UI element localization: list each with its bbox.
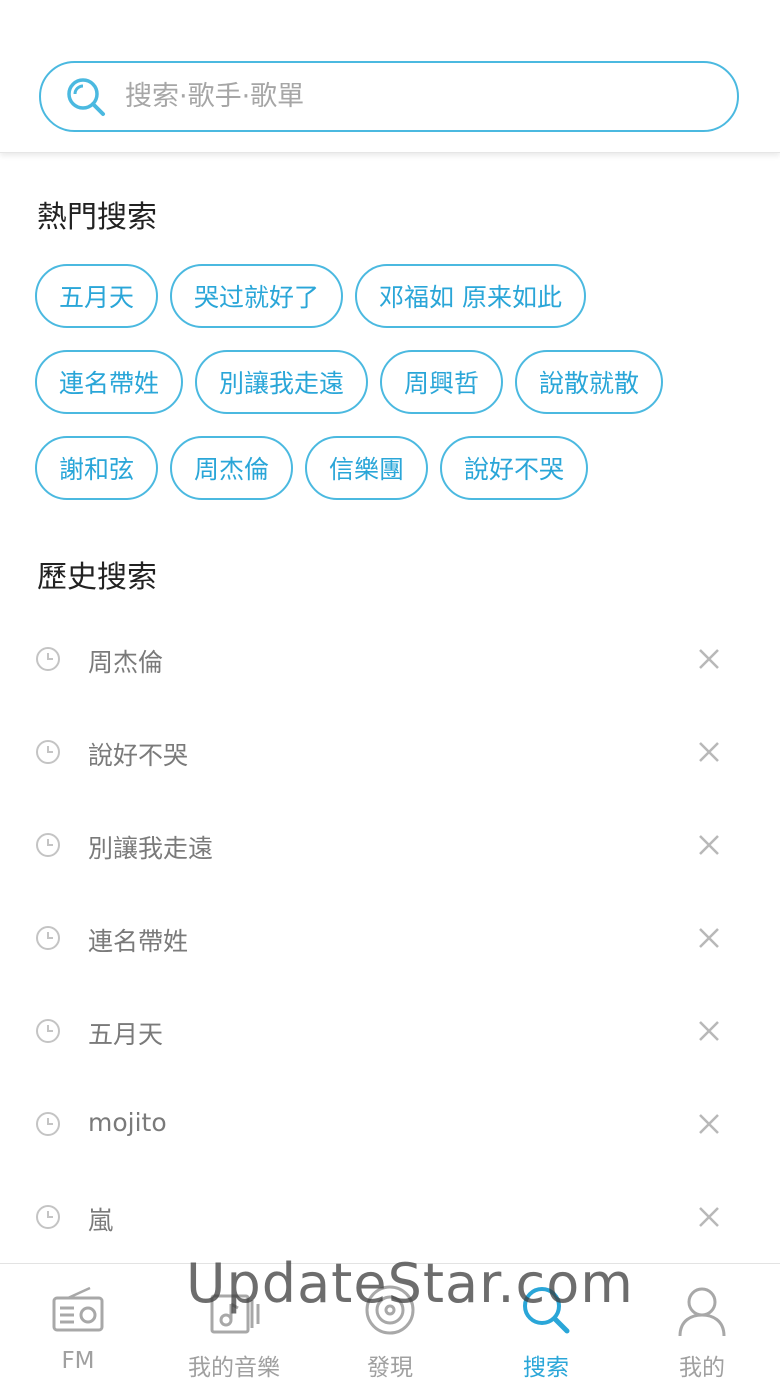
history-item-label: 說好不哭 <box>88 741 189 770</box>
user-icon <box>674 1282 730 1338</box>
hot-tag[interactable]: 謝和弦 <box>35 436 159 500</box>
history-item-label: 五月天 <box>88 1020 164 1049</box>
search-icon <box>63 74 109 120</box>
close-icon[interactable] <box>697 740 721 764</box>
close-icon[interactable] <box>697 1112 721 1136</box>
close-icon[interactable] <box>697 1205 721 1229</box>
clock-icon <box>36 926 60 950</box>
history-item[interactable]: 連名帶姓 <box>0 892 780 985</box>
tag-row: 連名帶姓 別讓我走遠 周興哲 說散就散 <box>35 350 735 414</box>
nav-label: 發現 <box>367 1355 413 1381</box>
hot-tag[interactable]: 周杰倫 <box>170 436 294 500</box>
radio-icon <box>50 1282 106 1338</box>
nav-label: 我的 <box>679 1355 725 1381</box>
tag-row: 五月天 哭过就好了 邓福如 原来如此 <box>35 264 735 328</box>
history-search-title: 歷史搜索 <box>37 560 157 595</box>
tag-row: 謝和弦 周杰倫 信樂團 說好不哭 <box>35 436 735 500</box>
hot-tag[interactable]: 信樂團 <box>305 436 429 500</box>
history-item[interactable]: 周杰倫 <box>0 613 780 706</box>
close-icon[interactable] <box>697 1019 721 1043</box>
history-item[interactable]: 別讓我走遠 <box>0 799 780 892</box>
search-icon <box>518 1282 574 1338</box>
hot-search-tags: 五月天 哭过就好了 邓福如 原来如此 連名帶姓 別讓我走遠 周興哲 說散就散 謝… <box>35 264 735 522</box>
hot-tag[interactable]: 連名帶姓 <box>35 350 184 414</box>
hot-search-title: 熱門搜索 <box>37 200 157 235</box>
clock-icon <box>36 833 60 857</box>
history-list: 周杰倫 說好不哭 別讓我走遠 連名帶姓 五月天 mojito 嵐 <box>0 613 780 1264</box>
hot-tag[interactable]: 說散就散 <box>515 350 664 414</box>
history-item-label: 別讓我走遠 <box>88 834 214 863</box>
nav-profile[interactable]: 我的 <box>624 1264 780 1387</box>
search-input[interactable] <box>123 80 687 113</box>
disc-icon <box>362 1282 418 1338</box>
history-item[interactable]: mojito <box>0 1078 780 1171</box>
search-box[interactable] <box>39 61 739 132</box>
nav-search[interactable]: 搜索 <box>468 1264 624 1387</box>
history-item[interactable]: 說好不哭 <box>0 706 780 799</box>
nav-my-music[interactable]: 我的音樂 <box>156 1264 312 1387</box>
history-item[interactable]: 五月天 <box>0 985 780 1078</box>
history-item-label: mojito <box>88 1108 167 1137</box>
clock-icon <box>36 1112 60 1136</box>
hot-tag[interactable]: 別讓我走遠 <box>195 350 369 414</box>
close-icon[interactable] <box>697 926 721 950</box>
nav-label: 搜索 <box>523 1355 569 1381</box>
bottom-nav: FM 我的音樂 發現 搜索 我的 <box>0 1263 780 1387</box>
nav-discover[interactable]: 發現 <box>312 1264 468 1387</box>
clock-icon <box>36 647 60 671</box>
search-header <box>0 0 780 153</box>
hot-tag[interactable]: 邓福如 原来如此 <box>355 264 586 328</box>
history-item-label: 周杰倫 <box>88 648 164 677</box>
history-item-label: 連名帶姓 <box>88 927 189 956</box>
hot-tag[interactable]: 說好不哭 <box>440 436 589 500</box>
close-icon[interactable] <box>697 647 721 671</box>
history-item-label: 嵐 <box>88 1206 114 1235</box>
hot-tag[interactable]: 五月天 <box>35 264 159 328</box>
history-item[interactable]: 嵐 <box>0 1171 780 1264</box>
nav-label: 我的音樂 <box>188 1355 280 1381</box>
clock-icon <box>36 1205 60 1229</box>
clock-icon <box>36 740 60 764</box>
hot-tag[interactable]: 周興哲 <box>380 350 504 414</box>
close-icon[interactable] <box>697 833 721 857</box>
music-icon <box>206 1282 262 1338</box>
hot-tag[interactable]: 哭过就好了 <box>170 264 344 328</box>
clock-icon <box>36 1019 60 1043</box>
nav-label: FM <box>61 1348 95 1374</box>
nav-fm[interactable]: FM <box>0 1264 156 1387</box>
